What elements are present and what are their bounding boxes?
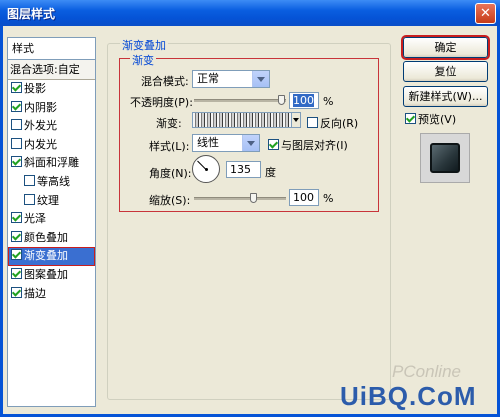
angle-dial-center	[205, 168, 208, 171]
chevron-down-icon	[242, 135, 259, 151]
style-item[interactable]: 内阴影	[8, 99, 95, 118]
style-item[interactable]: 颜色叠加	[8, 229, 95, 248]
style-label: 样式(L):	[149, 140, 190, 153]
gradient-title: 渐变	[130, 52, 156, 68]
style-item-checkbox[interactable]	[11, 119, 22, 131]
close-button[interactable]: ✕	[475, 3, 496, 24]
style-item-label: 投影	[24, 82, 46, 95]
blend-mode-label: 混合模式:	[141, 75, 189, 88]
style-list-header[interactable]: 样式	[8, 38, 95, 60]
style-item-checkbox[interactable]	[11, 212, 22, 224]
new-style-button[interactable]: 新建样式(W)...	[403, 86, 488, 107]
chevron-down-icon	[252, 71, 269, 87]
opacity-label: 不透明度(P):	[130, 96, 193, 109]
gradient-picker[interactable]	[192, 112, 292, 128]
gradient-dropdown-icon[interactable]	[291, 112, 301, 128]
style-item-label: 图案叠加	[24, 267, 68, 281]
style-item-label: 等高线	[37, 174, 70, 188]
angle-input[interactable]: 135	[226, 161, 261, 178]
style-item-label: 内发光	[24, 137, 57, 151]
style-item-label: 光泽	[24, 212, 46, 226]
style-item-checkbox[interactable]	[24, 193, 35, 205]
blend-options-item[interactable]: 混合选项:自定	[8, 60, 95, 80]
style-item-checkbox[interactable]	[11, 82, 22, 93]
style-preview	[420, 133, 470, 183]
style-item[interactable]: 渐变叠加	[8, 247, 95, 266]
preview-option[interactable]: 预览(V)	[405, 111, 456, 127]
style-item[interactable]: 内发光	[8, 136, 95, 155]
gradient-label: 渐变:	[156, 117, 182, 130]
close-icon: ✕	[480, 6, 491, 21]
angle-value: 135	[230, 163, 251, 176]
preview-label: 预览(V)	[418, 113, 457, 126]
scale-slider-thumb[interactable]	[249, 193, 257, 203]
angle-dial[interactable]	[192, 155, 220, 183]
scale-input[interactable]: 100	[289, 189, 319, 206]
site-watermark: UiBQ.CoM	[340, 381, 477, 411]
style-item-checkbox[interactable]	[11, 249, 22, 261]
style-item[interactable]: 图案叠加	[8, 266, 95, 285]
angle-label: 角度(N):	[149, 167, 192, 180]
reverse-option[interactable]: 反向(R)	[307, 115, 358, 131]
blend-mode-value: 正常	[197, 72, 219, 85]
style-item-checkbox[interactable]	[11, 267, 22, 279]
style-item-label: 外发光	[24, 119, 57, 133]
align-label: 与图层对齐(I)	[281, 139, 348, 152]
style-value: 线性	[197, 136, 219, 149]
align-option[interactable]: 与图层对齐(I)	[268, 137, 348, 153]
style-item[interactable]: 等高线	[8, 173, 95, 192]
style-item[interactable]: 投影	[8, 80, 95, 99]
opacity-unit: %	[323, 95, 334, 108]
blend-mode-select[interactable]: 正常	[192, 70, 270, 88]
style-item-label: 斜面和浮雕	[24, 156, 79, 170]
style-item[interactable]: 外发光	[8, 117, 95, 136]
style-item-checkbox[interactable]	[11, 230, 22, 242]
style-list: 样式 混合选项:自定 投影内阴影外发光内发光斜面和浮雕等高线纹理光泽颜色叠加渐变…	[7, 37, 96, 407]
style-item-label: 渐变叠加	[24, 249, 68, 263]
scale-label: 缩放(S):	[149, 194, 191, 207]
style-item[interactable]: 纹理	[8, 192, 95, 211]
style-item[interactable]: 光泽	[8, 210, 95, 229]
style-item[interactable]: 斜面和浮雕	[8, 154, 95, 173]
reverse-checkbox[interactable]	[307, 117, 318, 128]
align-checkbox[interactable]	[268, 139, 279, 150]
style-item-checkbox[interactable]	[24, 174, 35, 186]
opacity-slider-track[interactable]	[194, 99, 286, 102]
window-title: 图层样式	[7, 7, 56, 21]
style-item-label: 内阴影	[24, 100, 57, 114]
style-item-checkbox[interactable]	[11, 137, 22, 149]
style-item-checkbox[interactable]	[11, 286, 22, 298]
opacity-slider-thumb[interactable]	[278, 95, 285, 105]
opacity-value: 100	[293, 94, 314, 107]
preview-checkbox[interactable]	[405, 113, 416, 124]
pconline-watermark: PConline	[392, 362, 461, 381]
angle-unit: 度	[265, 166, 276, 179]
scale-value: 100	[293, 191, 314, 204]
reset-button[interactable]: 复位	[403, 61, 488, 82]
window-frame-left	[0, 26, 3, 417]
ok-button[interactable]: 确定	[401, 35, 490, 60]
scale-slider-track[interactable]	[194, 197, 286, 200]
gradient-overlay-title: 渐变叠加	[120, 37, 168, 53]
style-select[interactable]: 线性	[192, 134, 260, 152]
style-item-label: 描边	[24, 286, 46, 300]
style-item-checkbox[interactable]	[11, 156, 22, 168]
opacity-input[interactable]: 100	[289, 92, 319, 109]
style-items: 投影内阴影外发光内发光斜面和浮雕等高线纹理光泽颜色叠加渐变叠加图案叠加描边	[8, 80, 95, 303]
preview-swatch	[430, 143, 460, 173]
style-item-label: 颜色叠加	[24, 230, 68, 244]
style-item[interactable]: 描边	[8, 285, 95, 304]
title-bar[interactable]: 图层样式 ✕	[0, 0, 500, 26]
style-item-checkbox[interactable]	[11, 100, 22, 112]
scale-unit: %	[323, 192, 334, 205]
reverse-label: 反向(R)	[320, 117, 359, 130]
style-item-label: 纹理	[37, 193, 59, 207]
